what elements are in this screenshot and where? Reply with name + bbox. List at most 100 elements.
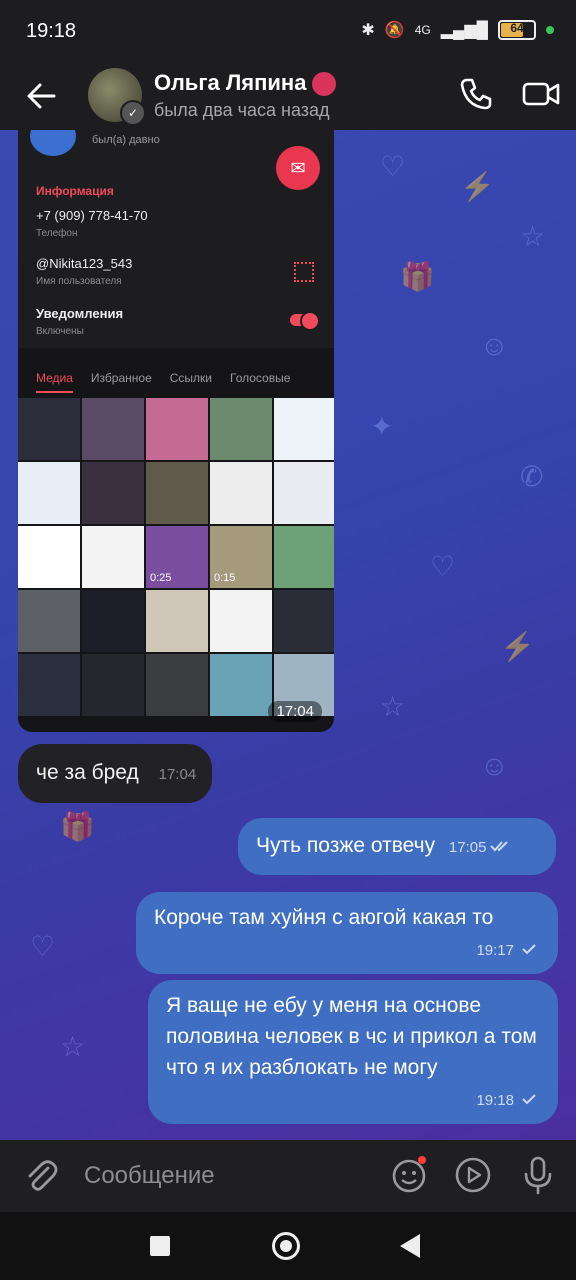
recents-button[interactable] bbox=[150, 1236, 170, 1256]
back-arrow-icon[interactable] bbox=[22, 76, 62, 116]
verified-check-icon: ✓ bbox=[120, 100, 146, 126]
image-timestamp: 17:04 bbox=[268, 701, 322, 722]
message-time: 17:05 bbox=[448, 839, 487, 856]
wallpaper-heart-icon: ♡ bbox=[380, 151, 406, 182]
check-icon bbox=[522, 944, 536, 955]
incoming-message[interactable]: че за бред 17:04 bbox=[18, 744, 213, 803]
media-thumb bbox=[18, 462, 80, 524]
shot-tab: Ссылки bbox=[169, 371, 212, 385]
outgoing-message[interactable]: Короче там хуйня с аюгой какая то 19:17 bbox=[136, 892, 558, 974]
message-meta: 19:18 bbox=[166, 1083, 540, 1116]
shot-info-card: Информация +7 (909) 778-41-70 Телефон @N… bbox=[18, 174, 334, 348]
wallpaper-bolt-icon: ⚡ bbox=[500, 631, 535, 662]
back-button[interactable] bbox=[400, 1234, 420, 1258]
message-text: Я ваще не ебу у меня на основе половина … bbox=[166, 994, 537, 1079]
mute-icon: 🔕 bbox=[384, 22, 405, 39]
wallpaper-star-icon: ☆ bbox=[60, 1031, 86, 1062]
video-duration: 0:25 bbox=[150, 572, 172, 584]
media-thumb bbox=[82, 398, 144, 460]
message-time: 17:04 bbox=[158, 766, 197, 783]
media-thumb bbox=[82, 654, 144, 716]
outgoing-message[interactable]: Чуть позже отвечу 17:05 bbox=[238, 818, 556, 875]
attach-icon[interactable] bbox=[22, 1156, 60, 1196]
wallpaper-smile-icon: ☺ bbox=[480, 330, 509, 361]
chat-area[interactable]: ♡ ⚡ ☆ 🎁 ☺ ✦ ✆ ♡ ⚡ ☆ ☺ 🎁 ♡ ☆ был(а) давно… bbox=[0, 130, 576, 1140]
video-thumb: 0:25 bbox=[146, 526, 208, 588]
media-thumb bbox=[274, 398, 334, 460]
wallpaper-star-icon: ☆ bbox=[520, 221, 546, 252]
shot-username: @Nikita123_543 bbox=[36, 256, 133, 271]
shot-media-grid: 0:25 0:15 bbox=[18, 398, 334, 716]
new-badge bbox=[418, 1156, 426, 1164]
shot-notifications: Уведомления bbox=[36, 306, 124, 321]
wallpaper-smile-icon: ☺ bbox=[480, 750, 509, 781]
wallpaper-gift-icon: 🎁 bbox=[400, 261, 435, 292]
media-thumb bbox=[274, 526, 334, 588]
shot-tab: Избранное bbox=[90, 371, 152, 385]
shot-notifications-state: Включены bbox=[36, 326, 84, 337]
check-icon bbox=[522, 1094, 536, 1105]
media-thumb bbox=[210, 654, 272, 716]
emoji-status-icon bbox=[312, 72, 337, 97]
network-type: 4G bbox=[414, 23, 431, 37]
media-thumb bbox=[82, 590, 144, 652]
image-message[interactable]: был(а) давно Информация +7 (909) 778-41-… bbox=[18, 130, 334, 732]
message-time: 19:17 bbox=[476, 942, 514, 959]
message-meta: 19:17 bbox=[154, 933, 540, 966]
video-duration: 0:15 bbox=[214, 572, 236, 584]
message-icon: ✉ bbox=[276, 146, 320, 190]
notifications-toggle bbox=[290, 311, 320, 331]
battery-icon: 64 bbox=[498, 20, 536, 40]
bluetooth-icon: ✱ bbox=[361, 22, 375, 39]
battery-level: 64 bbox=[510, 21, 524, 35]
message-text: Чуть позже отвечу bbox=[256, 834, 436, 857]
media-thumb bbox=[82, 526, 144, 588]
message-text: Короче там хуйня с аюгой какая то bbox=[154, 906, 494, 929]
last-seen: была два часа назад bbox=[154, 100, 330, 120]
double-check-icon bbox=[490, 841, 509, 852]
play-icon[interactable] bbox=[454, 1156, 492, 1194]
contact-name-text: Ольга Ляпина bbox=[154, 70, 307, 95]
media-thumb bbox=[210, 462, 272, 524]
media-thumb bbox=[274, 590, 334, 652]
media-thumb bbox=[210, 590, 272, 652]
shot-last-seen: был(а) давно bbox=[92, 134, 160, 146]
emoji-button[interactable] bbox=[390, 1156, 428, 1194]
shot-username-label: Имя пользователя bbox=[36, 276, 122, 287]
signal-icon: ▂▄▆█ bbox=[440, 22, 488, 39]
message-input-bar: Сообщение bbox=[0, 1140, 576, 1212]
media-thumb bbox=[18, 654, 80, 716]
media-thumb bbox=[146, 590, 208, 652]
status-time: 19:18 bbox=[26, 20, 77, 42]
avatar[interactable]: ✓ bbox=[88, 68, 146, 126]
microphone-icon[interactable] bbox=[518, 1154, 558, 1196]
media-thumb bbox=[18, 590, 80, 652]
media-thumb bbox=[274, 462, 334, 524]
media-thumb bbox=[146, 462, 208, 524]
wallpaper-phone-icon: ✆ bbox=[520, 461, 544, 492]
phone-icon[interactable] bbox=[456, 74, 496, 114]
status-bar: 19:18 ✱ 🔕 4G ▂▄▆█ 64 bbox=[0, 0, 576, 64]
shot-media-tabs: Медиа Избранное Ссылки Голосовые bbox=[18, 358, 334, 398]
qr-code-icon bbox=[294, 262, 314, 282]
wallpaper-star-icon: ☆ bbox=[380, 691, 406, 722]
contact-name[interactable]: Ольга Ляпина bbox=[154, 70, 337, 97]
status-icons: ✱ 🔕 4G ▂▄▆█ 64 bbox=[361, 20, 554, 40]
media-thumb bbox=[82, 462, 144, 524]
home-button[interactable] bbox=[272, 1232, 300, 1260]
video-call-icon[interactable] bbox=[520, 74, 562, 114]
wallpaper-heart-icon: ♡ bbox=[430, 551, 456, 582]
outgoing-message[interactable]: Я ваще не ебу у меня на основе половина … bbox=[148, 980, 558, 1124]
shot-avatar bbox=[30, 130, 76, 156]
shot-phone-label: Телефон bbox=[36, 228, 78, 239]
system-nav-bar bbox=[0, 1212, 576, 1280]
shot-tab: Медиа bbox=[36, 371, 73, 393]
chat-header: ✓ Ольга Ляпина была два часа назад bbox=[0, 64, 576, 130]
message-time: 19:18 bbox=[476, 1092, 514, 1109]
message-input[interactable]: Сообщение bbox=[84, 1162, 215, 1190]
media-thumb bbox=[210, 398, 272, 460]
shot-phone: +7 (909) 778-41-70 bbox=[36, 208, 148, 223]
wallpaper-bolt-icon: ⚡ bbox=[460, 171, 495, 202]
media-thumb bbox=[18, 398, 80, 460]
wallpaper-heart-icon: ♡ bbox=[30, 931, 56, 962]
